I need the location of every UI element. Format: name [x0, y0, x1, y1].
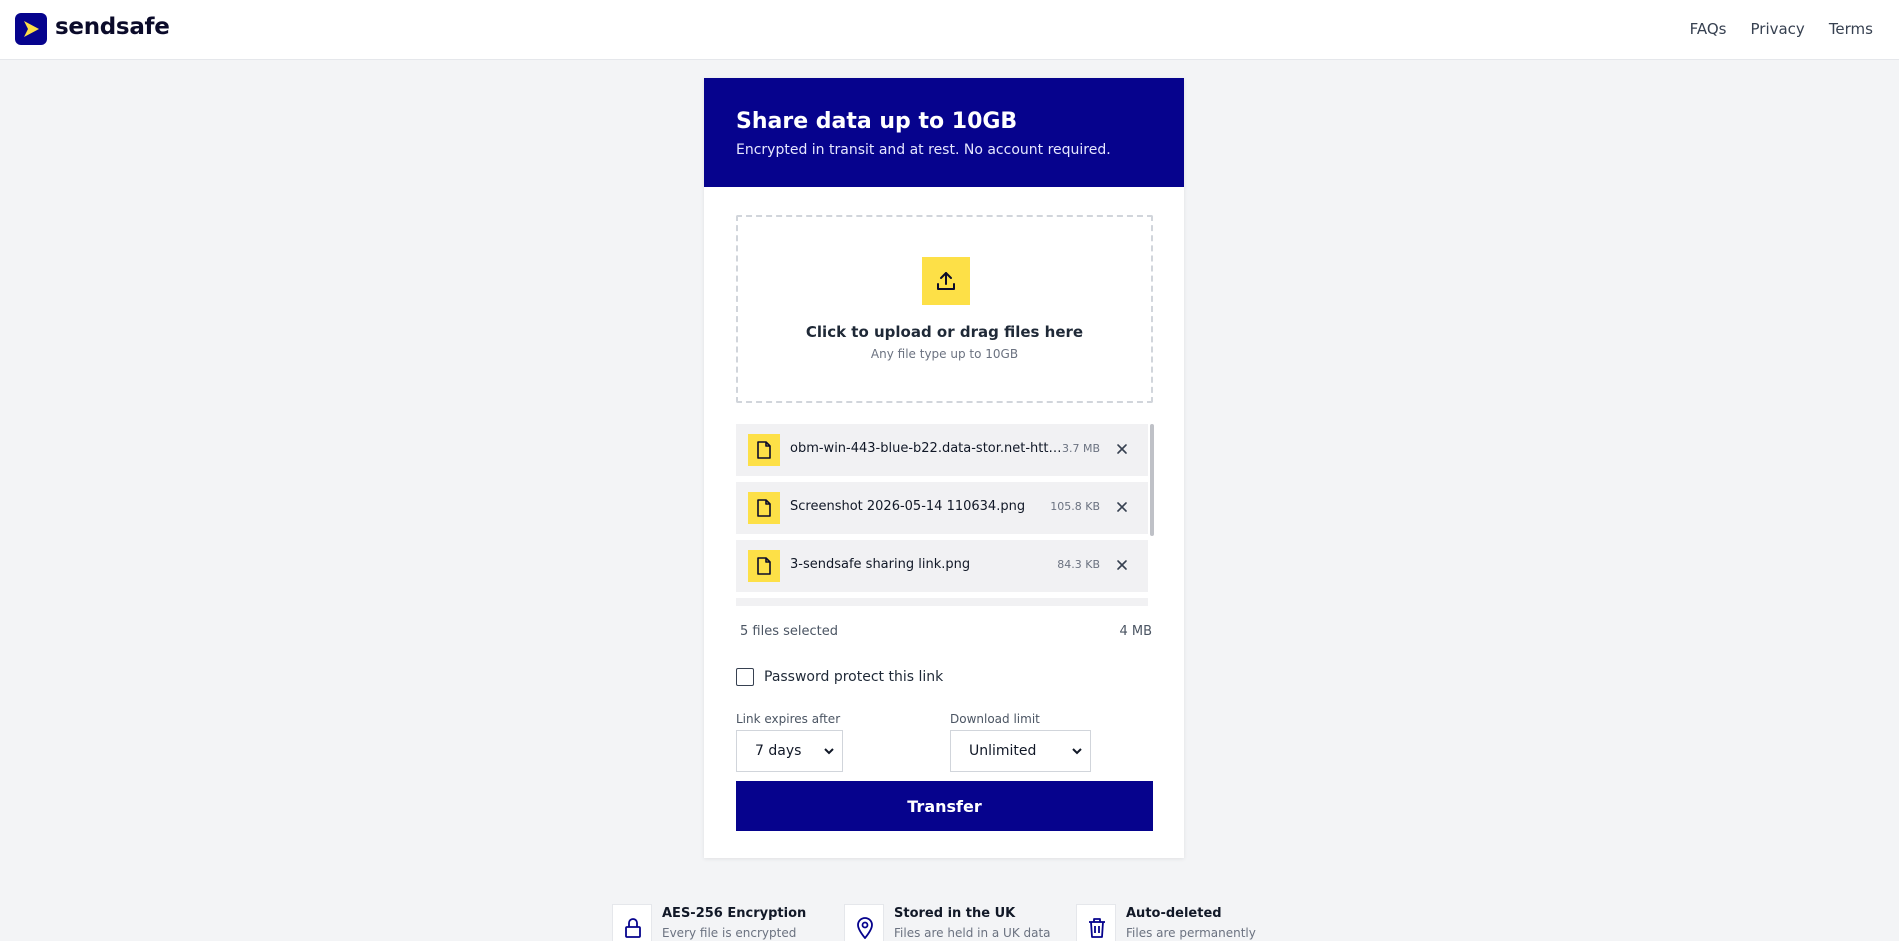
remove-file-close-icon[interactable]: [1114, 557, 1130, 573]
download-limit-select[interactable]: Unlimited: [950, 730, 1091, 772]
card-subtitle: Encrypted in transit and at rest. No acc…: [736, 142, 1111, 158]
file-icon: [748, 550, 780, 582]
chevron-down-icon: [1072, 748, 1082, 755]
feature-title: Auto-deleted: [1126, 906, 1222, 921]
trash-icon: [1076, 904, 1116, 941]
top-nav: FAQs Privacy Terms: [1690, 20, 1873, 38]
card-header: Share data up to 10GB Encrypted in trans…: [704, 78, 1184, 187]
file-list-scrollbar[interactable]: [1150, 424, 1154, 536]
download-limit-value: Unlimited: [969, 743, 1037, 759]
chevron-down-icon: [824, 748, 834, 755]
feature-desc: Every file is encrypted: [662, 926, 797, 940]
files-total-size: 4 MB: [1119, 624, 1152, 639]
file-name: Screenshot 2026-05-14 110634.png: [790, 499, 1026, 514]
nav-link-faqs[interactable]: FAQs: [1690, 20, 1727, 38]
password-protect-checkbox[interactable]: [736, 668, 754, 686]
file-name: obm-win-443-blue-b22.data-stor.net-https…: [790, 441, 1065, 456]
file-size: 105.8 KB: [1050, 500, 1100, 513]
password-protect-option[interactable]: Password protect this link: [736, 668, 943, 686]
download-limit-label: Download limit: [950, 712, 1040, 726]
feature-title: Stored in the UK: [894, 906, 1016, 921]
feature-desc: Files are permanently: [1126, 926, 1256, 940]
file-size: 3.7 MB: [1061, 442, 1100, 455]
file-name: 3-sendsafe sharing link.png: [790, 557, 971, 572]
file-icon: [748, 492, 780, 524]
nav-link-privacy[interactable]: Privacy: [1751, 20, 1805, 38]
upload-dropzone[interactable]: Click to upload or drag files here Any f…: [736, 215, 1153, 403]
file-list[interactable]: obm-win-443-blue-b22.data-stor.net-https…: [736, 424, 1156, 606]
card-title: Share data up to 10GB: [736, 109, 1018, 134]
nav-link-terms[interactable]: Terms: [1829, 20, 1873, 38]
top-bar: sendsafe FAQs Privacy Terms: [0, 0, 1899, 60]
location-pin-icon: [844, 904, 884, 941]
file-size: 84.3 KB: [1057, 558, 1100, 571]
file-icon: [748, 434, 780, 466]
file-row-partial: [736, 598, 1148, 606]
password-protect-label: Password protect this link: [764, 669, 944, 685]
expiry-value: 7 days: [755, 743, 802, 759]
expiry-select[interactable]: 7 days: [736, 730, 843, 772]
dropzone-title: Click to upload or drag files here: [805, 323, 1084, 341]
file-row: 3-sendsafe sharing link.png 84.3 KB: [736, 540, 1148, 592]
remove-file-close-icon[interactable]: [1114, 499, 1130, 515]
expiry-label: Link expires after: [736, 712, 841, 726]
remove-file-close-icon[interactable]: [1114, 441, 1130, 457]
dropzone-subtitle: Any file type up to 10GB: [870, 347, 1019, 361]
file-summary: 5 files selected 4 MB: [740, 624, 1152, 639]
transfer-button[interactable]: Transfer: [736, 781, 1153, 831]
feature-title: AES-256 Encryption: [662, 906, 807, 921]
file-row: Screenshot 2026-05-14 110634.png 105.8 K…: [736, 482, 1148, 534]
files-selected-count: 5 files selected: [740, 624, 838, 639]
upload-icon: [922, 257, 970, 305]
file-row: obm-win-443-blue-b22.data-stor.net-https…: [736, 424, 1148, 476]
transfer-card: Share data up to 10GB Encrypted in trans…: [704, 78, 1184, 858]
sendsafe-logo-icon[interactable]: [15, 13, 47, 45]
brand-name[interactable]: sendsafe: [55, 14, 170, 40]
feature-desc: Files are held in a UK data: [894, 926, 1051, 940]
lock-icon: [612, 904, 652, 941]
